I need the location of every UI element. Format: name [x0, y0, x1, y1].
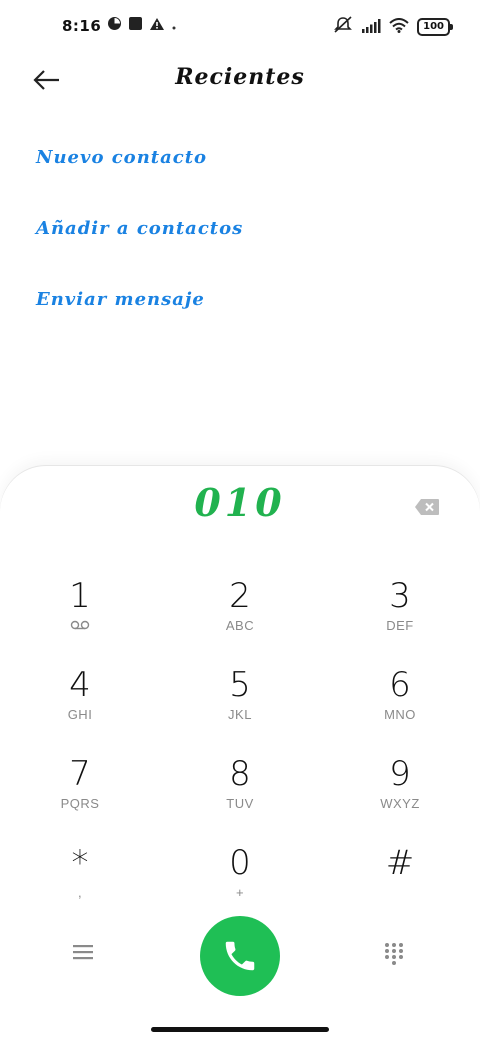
key-3[interactable]: 3 DEF	[340, 576, 460, 656]
home-indicator[interactable]	[151, 1027, 329, 1032]
status-right: 100	[333, 16, 453, 38]
key-5[interactable]: 5 JKL	[180, 665, 300, 745]
key-hash[interactable]: #	[340, 843, 460, 923]
key-digit: 4	[69, 665, 91, 705]
voicemail-icon	[20, 618, 140, 633]
key-2[interactable]: 2 ABC	[180, 576, 300, 656]
send-message-link[interactable]: Enviar mensaje	[36, 272, 444, 343]
muted-vibrate-icon	[333, 16, 353, 38]
page-title: Recientes	[175, 64, 305, 90]
key-digit: 6	[389, 665, 411, 705]
data-saver-icon	[107, 16, 122, 35]
delete-button[interactable]	[414, 498, 440, 516]
backspace-icon	[415, 499, 439, 515]
key-0[interactable]: 0 +	[180, 843, 300, 923]
key-digit: 7	[69, 754, 91, 794]
menu-icon	[73, 945, 93, 960]
new-contact-link[interactable]: Nuevo contacto	[36, 130, 444, 201]
dialer-sheet: 010 1 2 ABC 3 DEF 4 GHI 5 JKL 6 MNO 7 PQ…	[0, 466, 480, 1040]
key-letters: WXYZ	[380, 796, 420, 811]
key-letters: ABC	[225, 618, 255, 633]
key-letters: PQRS	[60, 796, 100, 811]
key-digit: 1	[69, 576, 91, 616]
key-4[interactable]: 4 GHI	[20, 665, 140, 745]
key-letters: GHI	[67, 707, 93, 722]
key-digit: 8	[229, 754, 251, 794]
key-digit: 5	[229, 665, 251, 705]
dialer-actions	[0, 916, 480, 996]
dialed-number: 010	[194, 480, 286, 525]
signal-icon	[361, 18, 381, 37]
dialpad-icon	[385, 943, 403, 965]
warning-icon	[149, 16, 165, 35]
key-letters: +	[235, 885, 245, 900]
key-9[interactable]: 9 WXYZ	[340, 754, 460, 834]
key-letters: ,	[77, 885, 83, 900]
key-letters: DEF	[386, 618, 414, 633]
key-letters: TUV	[226, 796, 254, 811]
key-digit: 2	[229, 576, 251, 616]
action-list: Nuevo contacto Añadir a contactos Enviar…	[36, 130, 444, 343]
key-digit: *	[71, 843, 89, 883]
add-to-contacts-link[interactable]: Añadir a contactos	[36, 201, 444, 272]
key-digit: #	[385, 843, 415, 883]
key-letters: JKL	[228, 707, 252, 722]
key-8[interactable]: 8 TUV	[180, 754, 300, 834]
dialpad-toggle-button[interactable]	[384, 942, 408, 966]
key-1[interactable]: 1	[20, 576, 140, 656]
key-star[interactable]: * ,	[20, 843, 140, 923]
status-time: 8:16	[62, 16, 102, 35]
key-digit: 3	[389, 576, 411, 616]
dot-icon	[171, 16, 177, 35]
wifi-icon	[389, 17, 409, 37]
app-notification-icon	[128, 16, 143, 35]
status-left: 8:16	[62, 16, 177, 35]
key-letters: MNO	[384, 707, 416, 722]
phone-icon	[225, 941, 255, 971]
menu-button[interactable]	[72, 942, 98, 968]
status-bar: 8:16 100	[0, 0, 480, 56]
battery-icon: 100	[417, 18, 453, 36]
header: Recientes	[0, 56, 480, 106]
key-6[interactable]: 6 MNO	[340, 665, 460, 745]
key-digit: 9	[389, 754, 411, 794]
key-digit: 0	[229, 843, 251, 883]
call-button[interactable]	[200, 916, 280, 996]
key-7[interactable]: 7 PQRS	[20, 754, 140, 834]
